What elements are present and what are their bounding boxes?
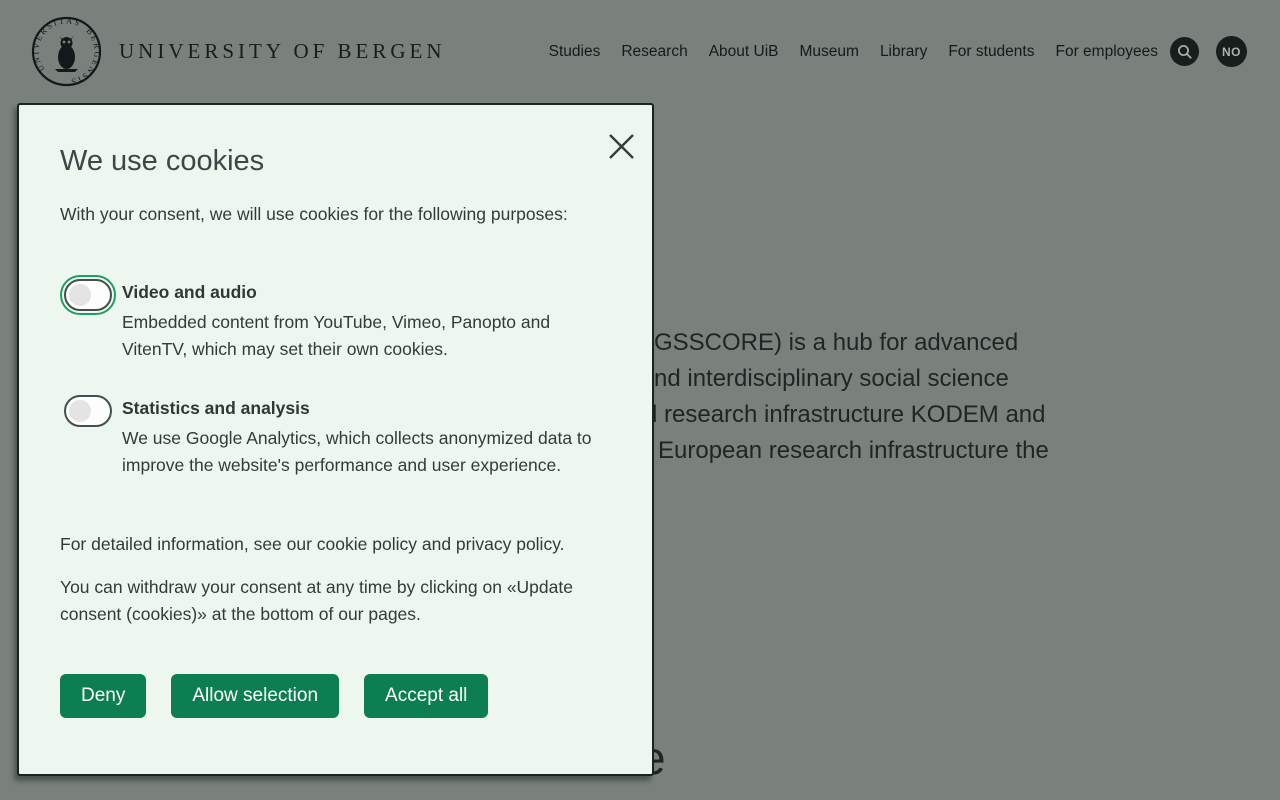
- toggle-row-statistics: Statistics and analysis We use Google An…: [60, 391, 612, 479]
- accept-all-button[interactable]: Accept all: [364, 674, 488, 718]
- withdraw-consent-text: You can withdraw your consent at any tim…: [60, 574, 612, 628]
- toggle-label-video-audio: Video and audio: [122, 282, 594, 303]
- nav-item-about-uib[interactable]: About UiB: [709, 43, 779, 61]
- nav-item-library[interactable]: Library: [880, 43, 927, 61]
- toggle-track: [64, 279, 112, 311]
- background-text-fragment: European research infrastructure the: [658, 437, 1049, 465]
- background-text-fragment: l research infrastructure KODEM and: [652, 401, 1045, 429]
- dialog-button-row: Deny Allow selection Accept all: [60, 674, 612, 718]
- nav-item-for-employees[interactable]: For employees: [1055, 43, 1158, 61]
- university-wordmark[interactable]: UNIVERSITY OF BERGEN: [119, 39, 446, 64]
- dialog-title: We use cookies: [60, 145, 612, 178]
- main-nav: Studies Research About UiB Museum Librar…: [549, 0, 1158, 103]
- search-icon: [1177, 44, 1193, 60]
- toggle-label-statistics: Statistics and analysis: [122, 398, 594, 419]
- nav-item-research[interactable]: Research: [621, 43, 687, 61]
- toggle-row-video-audio: Video and audio Embedded content from Yo…: [60, 275, 612, 363]
- toggle-description-video-audio: Embedded content from YouTube, Vimeo, Pa…: [122, 309, 594, 363]
- search-button[interactable]: [1170, 37, 1199, 66]
- cookie-consent-dialog: We use cookies With your consent, we wil…: [17, 103, 654, 776]
- svg-text:UNIVERSITAS: UNIVERSITAS: [31, 16, 82, 73]
- language-toggle-label: NO: [1222, 45, 1241, 59]
- owl-icon: [55, 36, 78, 72]
- toggle-description-statistics: We use Google Analytics, which collects …: [122, 425, 594, 479]
- nav-item-for-students[interactable]: For students: [948, 43, 1034, 61]
- background-text-fragment: GSSCORE) is a hub for advanced: [654, 329, 1018, 357]
- close-button[interactable]: [604, 129, 638, 163]
- cookie-toggle-section: Video and audio Embedded content from Yo…: [60, 275, 612, 479]
- deny-button[interactable]: Deny: [60, 674, 146, 718]
- toggle-track: [64, 395, 112, 427]
- site-header: UNIVERSITAS BERGENSIS UNIVERSITY OF BERG…: [0, 0, 1280, 103]
- background-text-fragment: nd interdisciplinary social science: [654, 365, 1009, 393]
- video-audio-toggle[interactable]: [60, 275, 116, 315]
- toggle-knob: [69, 400, 91, 422]
- uib-seal-logo[interactable]: UNIVERSITAS BERGENSIS: [31, 16, 102, 87]
- nav-item-studies[interactable]: Studies: [549, 43, 601, 61]
- close-icon: [608, 133, 635, 160]
- dialog-intro-text: With your consent, we will use cookies f…: [60, 204, 612, 225]
- nav-item-museum[interactable]: Museum: [800, 43, 859, 61]
- statistics-toggle[interactable]: [60, 391, 116, 431]
- cookie-policy-info-text: For detailed information, see our cookie…: [60, 531, 612, 558]
- language-toggle-button[interactable]: NO: [1216, 36, 1247, 67]
- allow-selection-button[interactable]: Allow selection: [171, 674, 339, 718]
- toggle-knob: [69, 284, 91, 306]
